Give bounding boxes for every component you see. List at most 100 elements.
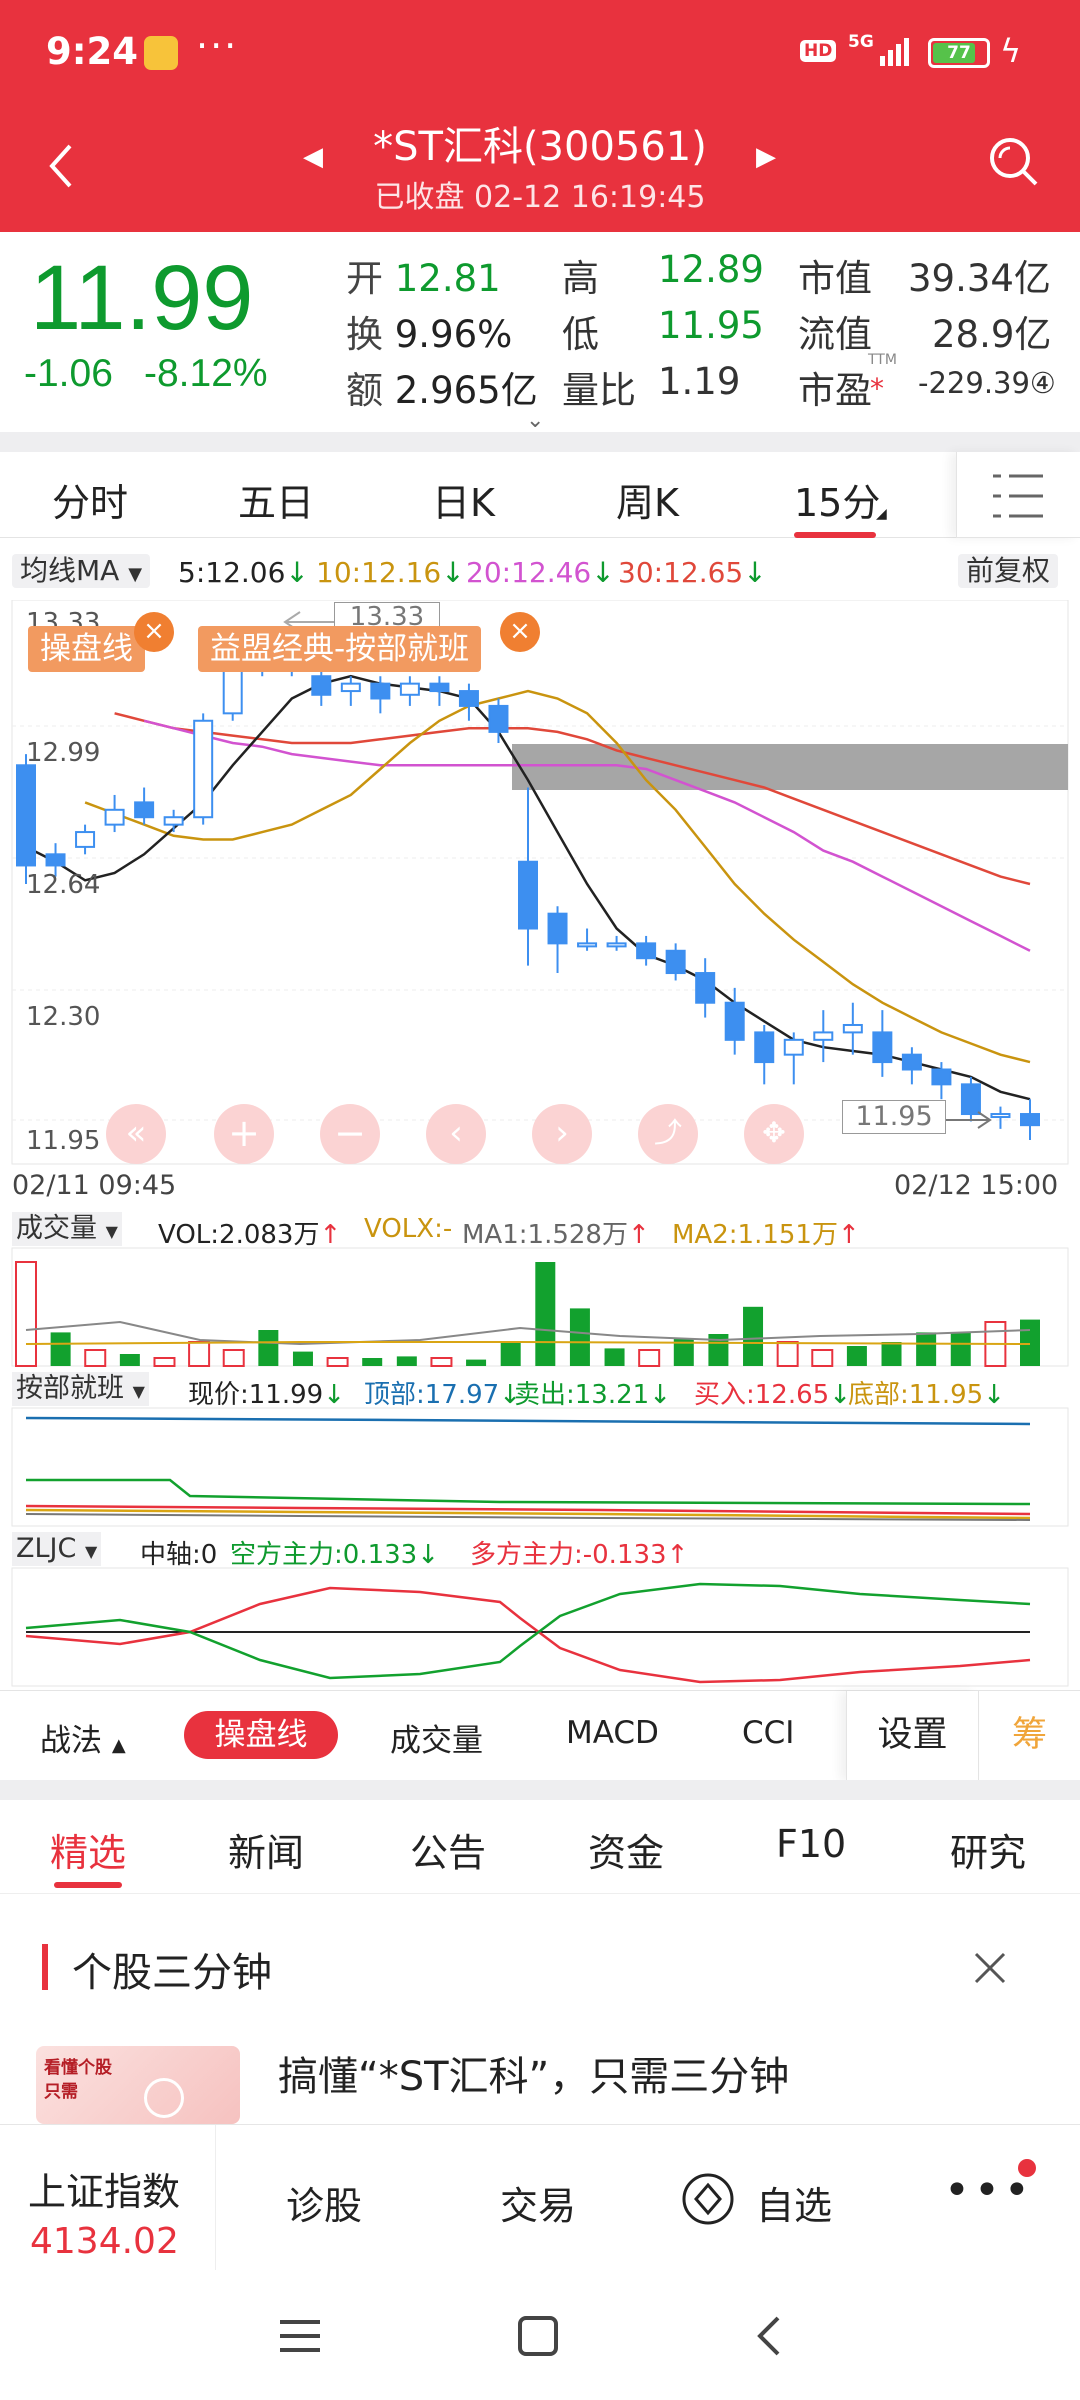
candle-body: [931, 1068, 952, 1086]
play-icon: [144, 2078, 184, 2118]
tab-announcements[interactable]: 公告: [410, 1822, 486, 1877]
zljc-short: 空方主力:0.133↓: [230, 1540, 439, 1570]
indicator-toolbar: 战法 ▲ 操盘线 成交量 MACD CCI 设置 筹: [0, 1690, 1080, 1781]
zoom-in-icon[interactable]: +: [214, 1104, 274, 1164]
market-status: 已收盘 02-12 16:19:45: [374, 180, 706, 215]
volume-bar: [569, 1308, 590, 1366]
notification-dot: [1018, 2159, 1036, 2177]
thumbnail-text: 看懂个股 只需: [44, 2058, 112, 2102]
active-tab-indicator: [794, 532, 876, 538]
candle-body: [547, 912, 568, 945]
ma-legend: 均线MA ▼ 5:12.06↓ 10:12.16↓ 20:12.46↓ 30:1…: [0, 548, 1080, 592]
dropdown-triangle-icon: ◢: [876, 506, 887, 522]
scroll-left-icon[interactable]: ‹: [426, 1104, 486, 1164]
abjb-now: 现价:11.99↓: [188, 1380, 345, 1410]
chart-menu-button[interactable]: [956, 452, 1080, 538]
candle-body: [901, 1053, 922, 1071]
close-tag-icon[interactable]: ×: [500, 612, 540, 652]
vol-ma1-line: [25, 1320, 1031, 1346]
dropdown-icon: ▼: [128, 564, 143, 585]
ma-selector[interactable]: 均线MA ▼: [12, 554, 151, 588]
nav-trade[interactable]: 交易: [500, 2175, 576, 2230]
tab-intraday[interactable]: 分时: [52, 472, 128, 527]
quote-float-label: 流值: [798, 313, 872, 356]
settings-button[interactable]: 设置: [846, 1691, 978, 1781]
volume-bar: [535, 1262, 556, 1366]
nav-watchlist[interactable]: 自选: [756, 2175, 832, 2230]
bottom-nav: 上证指数 4134.02 诊股 交易 自选 •••: [0, 2124, 1080, 2271]
nav-diagnose[interactable]: 诊股: [286, 2175, 362, 2230]
close-tag-icon[interactable]: ×: [134, 612, 174, 652]
tag-caopanxian[interactable]: 操盘线: [28, 626, 145, 672]
volume-bar: [326, 1357, 349, 1367]
fast-back-icon[interactable]: «: [106, 1104, 166, 1164]
indicator-macd[interactable]: MACD: [566, 1715, 659, 1751]
adjust-button[interactable]: 前复权: [958, 554, 1059, 588]
tab-featured[interactable]: 精选: [50, 1822, 126, 1877]
news-thumbnail[interactable]: 看懂个股 只需: [36, 2046, 240, 2124]
network-5g-icon: 5G: [848, 32, 874, 52]
candle-body: [872, 1031, 893, 1064]
indicator-cci[interactable]: CCI: [742, 1715, 794, 1751]
volume-bar: [1020, 1319, 1040, 1366]
status-bar: 9:24 ··· HD 5G 77 ϟ: [0, 0, 1080, 106]
vol-ma1-value: MA1:1.528万↑: [462, 1220, 650, 1250]
candle-body: [429, 682, 450, 693]
stock-title: *ST汇科(300561): [373, 124, 707, 170]
move-icon[interactable]: ✥: [744, 1104, 804, 1164]
tab-weekly-k[interactable]: 周K: [616, 472, 679, 527]
indicator-volume[interactable]: 成交量: [390, 1715, 483, 1760]
menu-icon[interactable]: [278, 2316, 322, 2356]
indicator-caopanxian[interactable]: 操盘线: [184, 1711, 338, 1759]
watchlist-icon: [682, 2173, 734, 2225]
volume-bar: [500, 1342, 521, 1366]
close-icon[interactable]: [972, 1950, 1008, 1986]
rotate-icon[interactable]: ⤴: [638, 1104, 698, 1164]
tab-daily-k[interactable]: 日K: [432, 472, 495, 527]
tab-news[interactable]: 新闻: [228, 1822, 304, 1877]
tab-research[interactable]: 研究: [950, 1822, 1026, 1877]
section-marker: [42, 1944, 48, 1990]
zljc-selector[interactable]: ZLJC ▼: [12, 1532, 102, 1566]
tab-funds[interactable]: 资金: [588, 1822, 664, 1877]
expand-chevron-icon[interactable]: ⌄: [526, 408, 544, 433]
candle-body: [960, 1083, 981, 1116]
candle-body: [45, 853, 66, 867]
abjb-bottom: 底部:11.95↓: [848, 1380, 1005, 1410]
candle-body: [458, 690, 479, 707]
ma5-value: 5:12.06↓: [178, 556, 309, 589]
system-nav-bar: [0, 2270, 1080, 2400]
y-label-3: 12.64: [26, 870, 101, 900]
candle-body: [75, 831, 96, 848]
index-widget[interactable]: 上证指数 4134.02: [0, 2125, 216, 2271]
divider: [0, 1780, 1080, 1800]
tab-five-day[interactable]: 五日: [238, 472, 314, 527]
candle-body: [340, 682, 361, 693]
news-headline[interactable]: 搞懂“*ST汇科”，只需三分钟: [278, 2044, 789, 2102]
candle-body: [990, 1113, 1011, 1119]
list-menu-icon: [993, 474, 1043, 518]
quote-high: 12.89: [658, 248, 764, 291]
home-icon[interactable]: [516, 2314, 560, 2358]
scroll-right-icon[interactable]: ›: [532, 1104, 592, 1164]
chip-button[interactable]: 筹: [978, 1691, 1080, 1781]
volume-selector[interactable]: 成交量 ▼: [12, 1212, 122, 1246]
tab-15min[interactable]: 15分: [794, 472, 880, 527]
tab-f10[interactable]: F10: [776, 1822, 846, 1866]
search-icon[interactable]: [984, 132, 1044, 192]
next-stock-icon[interactable]: ▶: [756, 142, 776, 172]
price-change-pct: -8.12%: [144, 352, 268, 395]
volume-bar: [292, 1351, 313, 1366]
abjb-selector[interactable]: 按部就班 ▼: [12, 1372, 149, 1406]
tactics-button[interactable]: 战法 ▲: [40, 1715, 126, 1760]
quote-mktcap: 39.34亿: [908, 257, 1051, 300]
zoom-out-icon[interactable]: −: [320, 1104, 380, 1164]
vol-ma2-line: [25, 1341, 1031, 1345]
quote-panel: 11.99 -1.06 -8.12% 开 12.81 换 9.96% 额 2.9…: [0, 232, 1080, 433]
kline-chart[interactable]: 13.33 12.99 12.64 12.30 11.95 13.33 11.9…: [0, 599, 1080, 1690]
tag-yimeng[interactable]: 益盟经典-按部就班: [198, 626, 482, 672]
price-change: -1.06: [24, 352, 113, 395]
candle-body: [724, 1001, 745, 1041]
back-icon[interactable]: [754, 2314, 784, 2358]
nav-bar: ◀ *ST汇科(300561) 已收盘 02-12 16:19:45 ▶: [0, 106, 1080, 232]
